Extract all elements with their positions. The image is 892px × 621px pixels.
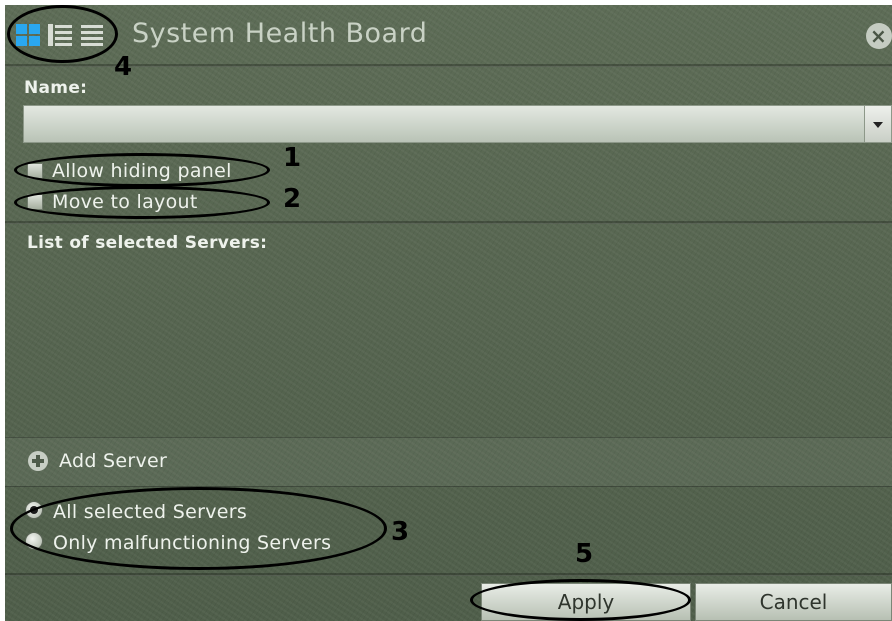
servers-list-label: List of selected Servers: [27, 233, 268, 253]
options-divider [5, 221, 892, 224]
buttons-divider [5, 573, 892, 576]
chevron-down-icon[interactable] [864, 106, 891, 142]
annotation-number-1: 1 [283, 143, 302, 173]
system-health-board-panel: System Health Board × Name: Allow hiding… [5, 5, 892, 621]
annotation-number-2: 2 [283, 184, 302, 214]
plus-circle-icon[interactable] [28, 451, 48, 471]
malfunctioning-servers-label: Only malfunctioning Servers [53, 532, 332, 554]
annotation-number-5: 5 [575, 539, 594, 569]
apply-button[interactable]: Apply [481, 583, 691, 621]
list-view-icon[interactable] [48, 24, 74, 48]
window-title: System Health Board [132, 18, 428, 49]
cancel-button[interactable]: Cancel [695, 583, 892, 621]
move-to-layout-label: Move to layout [52, 191, 198, 213]
all-servers-label: All selected Servers [53, 501, 248, 523]
allow-hiding-panel-label: Allow hiding panel [52, 160, 232, 182]
title-divider [5, 64, 892, 67]
close-button[interactable]: × [866, 23, 892, 49]
name-label: Name: [24, 78, 88, 98]
move-to-layout-checkbox[interactable] [27, 194, 43, 210]
title-bar: System Health Board × [5, 5, 892, 65]
annotation-number-3: 3 [391, 517, 410, 547]
all-servers-radio[interactable] [25, 501, 43, 519]
servers-list[interactable] [15, 260, 892, 436]
malfunctioning-servers-radio[interactable] [25, 532, 43, 550]
allow-hiding-panel-checkbox[interactable] [27, 163, 43, 179]
name-dropdown[interactable] [23, 105, 892, 143]
details-view-icon[interactable] [81, 24, 107, 48]
annotation-number-4: 4 [114, 52, 133, 82]
tiles-view-icon[interactable] [16, 24, 42, 48]
add-server-button[interactable]: Add Server [59, 450, 167, 472]
